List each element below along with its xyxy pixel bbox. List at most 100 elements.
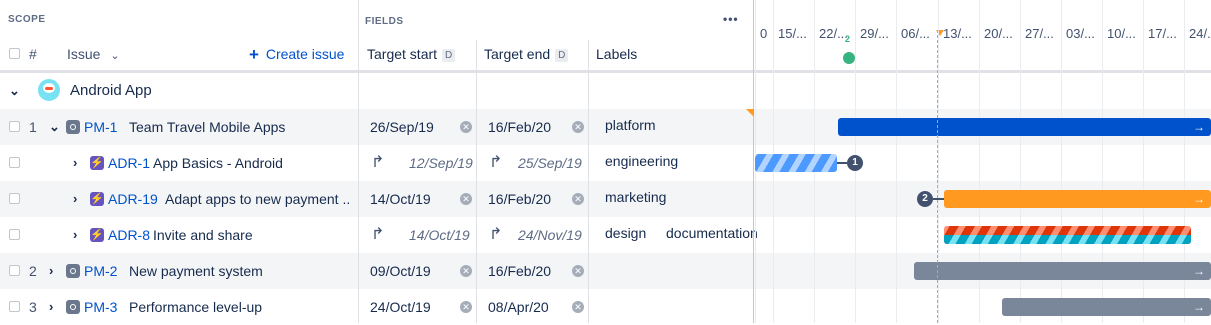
issue-summary[interactable]: Adapt apps to new payment ... <box>165 181 350 217</box>
timeline-tick: 03/... <box>1066 26 1095 41</box>
column-divider <box>588 40 589 323</box>
timeline-tick: 29/... <box>860 26 889 41</box>
label-tag[interactable]: platform <box>605 107 656 143</box>
timeline-tick: 10/... <box>1107 26 1136 41</box>
lightning-icon: ⚡ <box>90 192 104 206</box>
clear-date-icon[interactable]: ✕ <box>572 301 584 313</box>
more-options-icon[interactable]: ••• <box>723 12 739 26</box>
row-checkbox[interactable] <box>9 265 20 276</box>
rank-column-header: # <box>29 46 37 62</box>
clear-date-icon[interactable]: ✕ <box>572 121 584 133</box>
today-line <box>937 30 938 323</box>
issue-key-link[interactable]: PM-3 <box>84 289 117 325</box>
table-row[interactable]: › ⚡ ADR-1 App Basics - Android ↱ 12/Sep/19 ↱ 25… <box>0 145 1211 181</box>
epic-icon <box>66 120 80 134</box>
table-row[interactable]: 3 › PM-3 Performance level-up 24/Oct/19 ✕ 08/A… <box>0 289 1211 325</box>
chevron-down-icon[interactable]: ⌄ <box>49 109 60 145</box>
chevron-right-icon[interactable]: › <box>49 253 53 289</box>
target-start-value[interactable]: 14/Oct/19 <box>409 217 470 253</box>
target-end-label: Target end <box>484 46 551 62</box>
clear-date-icon[interactable]: ✕ <box>460 265 472 277</box>
label-tag[interactable]: marketing <box>605 179 666 215</box>
clear-date-icon[interactable]: ✕ <box>460 121 472 133</box>
target-end-value[interactable]: 16/Feb/20 <box>488 109 551 145</box>
issue-key-link[interactable]: PM-1 <box>84 109 117 145</box>
target-end-value[interactable]: 16/Feb/20 <box>488 253 551 289</box>
target-start-value[interactable]: 24/Oct/19 <box>370 289 431 325</box>
group-row[interactable]: ⌄ Android App <box>0 73 1211 109</box>
date-badge: D <box>555 49 569 62</box>
plus-icon: + <box>249 45 259 64</box>
issue-column-header[interactable]: Issue ⌄ <box>67 46 120 62</box>
inherited-date-icon: ↱ <box>371 154 385 171</box>
table-row[interactable]: 1 ⌄ PM-1 Team Travel Mobile Apps 26/Sep/19 ✕ 1… <box>0 109 1211 145</box>
label-tag[interactable]: engineering <box>605 143 678 179</box>
clear-date-icon[interactable]: ✕ <box>572 193 584 205</box>
timeline-tick: 24/... <box>1189 26 1211 41</box>
row-checkbox[interactable] <box>9 301 20 312</box>
row-checkbox[interactable] <box>9 193 20 204</box>
row-checkbox[interactable] <box>9 157 20 168</box>
lightning-icon: ⚡ <box>90 156 104 170</box>
release-marker-icon[interactable] <box>843 52 855 64</box>
select-all-checkbox[interactable] <box>9 48 20 59</box>
timeline-tick: 20/... <box>984 26 1013 41</box>
scope-heading: SCOPE <box>8 14 46 25</box>
avatar <box>38 79 60 101</box>
chevron-right-icon[interactable]: › <box>73 217 77 253</box>
table-row[interactable]: 2 › PM-2 New payment system 09/Oct/19 ✕ 16/Feb… <box>0 253 1211 289</box>
issue-summary[interactable]: Team Travel Mobile Apps <box>129 109 285 145</box>
chevron-down-icon: ⌄ <box>110 50 120 62</box>
timeline-divider <box>753 0 754 323</box>
target-end-value[interactable]: 24/Nov/19 <box>518 217 582 253</box>
target-end-header[interactable]: Target end D <box>484 46 569 62</box>
target-start-header[interactable]: Target start D <box>367 46 456 62</box>
issue-summary[interactable]: Performance level-up <box>129 289 262 325</box>
timeline-tick: 0 <box>760 26 768 41</box>
label-tag[interactable]: design <box>605 215 646 251</box>
target-end-value[interactable]: 25/Sep/19 <box>518 145 582 181</box>
clear-date-icon[interactable]: ✕ <box>460 301 472 313</box>
target-start-value[interactable]: 12/Sep/19 <box>409 145 473 181</box>
epic-icon <box>66 300 80 314</box>
chevron-right-icon[interactable]: › <box>73 145 77 181</box>
inherited-date-icon: ↱ <box>371 226 385 243</box>
timeline-tick: 06/... <box>901 26 930 41</box>
release-marker-count: 2 <box>845 34 851 44</box>
issue-key-link[interactable]: ADR-19 <box>108 181 158 217</box>
epic-icon <box>66 264 80 278</box>
target-start-value[interactable]: 26/Sep/19 <box>370 109 434 145</box>
timeline-tick: 13/... <box>943 26 972 41</box>
chevron-right-icon[interactable]: › <box>73 181 77 217</box>
clear-date-icon[interactable]: ✕ <box>460 193 472 205</box>
inherited-date-icon: ↱ <box>489 154 503 171</box>
create-issue-button[interactable]: + Create issue <box>249 45 344 65</box>
table-row[interactable]: › ⚡ ADR-8 Invite and share ↱ 14/Oct/19 ↱ 24/Nov… <box>0 217 1211 253</box>
row-rank: 1 <box>29 119 37 135</box>
label-tag[interactable]: documentation <box>666 215 758 251</box>
target-end-value[interactable]: 08/Apr/20 <box>488 289 549 325</box>
row-rank: 3 <box>29 299 37 315</box>
inherited-date-icon: ↱ <box>489 226 503 243</box>
target-end-value[interactable]: 16/Feb/20 <box>488 181 551 217</box>
labels-header[interactable]: Labels <box>596 46 637 62</box>
column-divider <box>358 0 359 323</box>
flag-marker-icon <box>746 109 754 117</box>
issue-summary[interactable]: New payment system <box>129 253 263 289</box>
target-start-value[interactable]: 09/Oct/19 <box>370 253 431 289</box>
issue-summary[interactable]: Invite and share <box>153 217 253 253</box>
timeline-tick: 27/... <box>1025 26 1054 41</box>
issue-key-link[interactable]: PM-2 <box>84 253 117 289</box>
clear-date-icon[interactable]: ✕ <box>572 265 584 277</box>
row-checkbox[interactable] <box>9 229 20 240</box>
chevron-right-icon[interactable]: › <box>49 289 53 325</box>
fields-heading: FIELDS <box>365 16 404 27</box>
issue-summary[interactable]: App Basics - Android <box>153 145 283 181</box>
target-start-value[interactable]: 14/Oct/19 <box>370 181 431 217</box>
issue-key-link[interactable]: ADR-1 <box>108 145 150 181</box>
row-checkbox[interactable] <box>9 121 20 132</box>
collapse-chevron-icon[interactable]: ⌄ <box>9 73 20 109</box>
table-row[interactable]: › ⚡ ADR-19 Adapt apps to new payment ... 14/… <box>0 181 1211 217</box>
target-start-label: Target start <box>367 46 438 62</box>
issue-key-link[interactable]: ADR-8 <box>108 217 150 253</box>
